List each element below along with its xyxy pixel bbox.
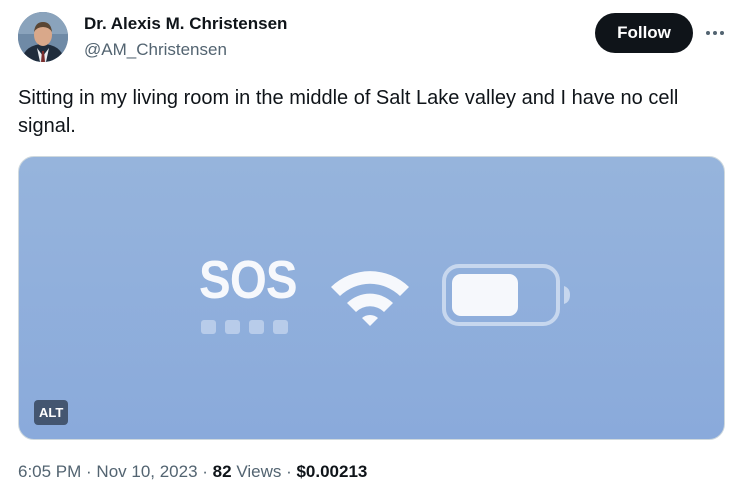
follow-button[interactable]: Follow <box>595 13 693 53</box>
alt-text-badge[interactable]: ALT <box>34 400 69 425</box>
wifi-icon <box>331 271 409 326</box>
tweet-media[interactable]: SOS ALT <box>18 156 725 440</box>
more-options-button[interactable] <box>700 18 730 48</box>
avatar[interactable] <box>18 12 68 62</box>
sos-status-text: SOS <box>199 250 298 310</box>
tweet-text: Sitting in my living room in the middle … <box>18 87 679 137</box>
signal-bars <box>201 320 288 334</box>
more-horizontal-icon <box>706 31 724 35</box>
price-value: $0.00213 <box>296 462 368 481</box>
author-handle[interactable]: @AM_Christensen <box>84 40 227 60</box>
signal-bar <box>273 320 288 334</box>
author-name[interactable]: Dr. Alexis M. Christensen <box>84 14 287 34</box>
tweet-date[interactable]: Nov 10, 2023 <box>96 462 197 481</box>
meta-separator: · <box>197 462 213 481</box>
battery-icon <box>442 264 570 326</box>
views-label: Views <box>231 462 282 481</box>
signal-bar <box>225 320 240 334</box>
meta-separator: · <box>81 462 97 481</box>
views-count: 82 <box>212 462 232 481</box>
tweet-card: Dr. Alexis M. Christensen @AM_Christense… <box>0 0 741 499</box>
meta-separator: · <box>281 462 297 481</box>
signal-bar <box>201 320 216 334</box>
tweet-meta: 6:05 PM · Nov 10, 2023 · 82 Views · $0.0… <box>18 462 367 482</box>
profile-photo-icon <box>18 12 68 62</box>
signal-bar <box>249 320 264 334</box>
tweet-time[interactable]: 6:05 PM <box>18 462 81 481</box>
